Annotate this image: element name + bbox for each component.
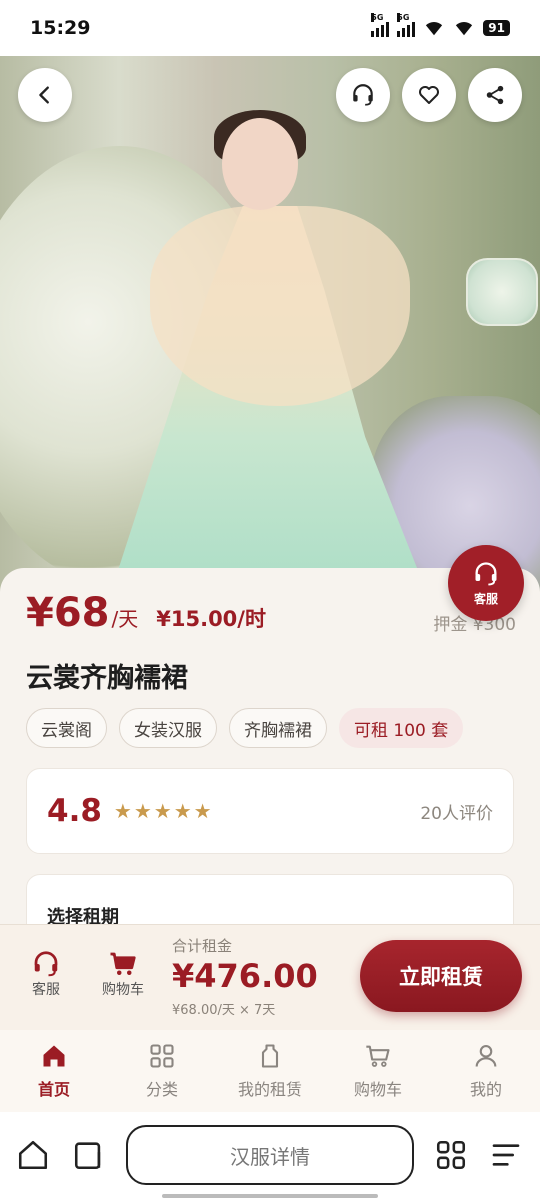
tab-label: 我的租赁 xyxy=(237,1080,302,1099)
tab-label: 分类 xyxy=(145,1080,178,1099)
round-fan xyxy=(466,258,538,326)
browser-home-icon[interactable] xyxy=(16,1138,50,1172)
product-tags: 云裳阁 女装汉服 齐胸襦裙 可租 100 套 xyxy=(26,708,464,748)
rating-stars: ★ ★ ★ ★ ★ xyxy=(114,799,212,823)
back-button[interactable] xyxy=(18,68,72,122)
tag-chip[interactable]: 齐胸襦裙 xyxy=(229,708,327,748)
price-row: ¥68 /天 ¥15.00/时 xyxy=(26,590,266,636)
cart-icon xyxy=(366,1045,390,1067)
star-icon: ★ xyxy=(153,799,172,823)
customer-service-fab-label: 客服 xyxy=(473,591,498,606)
review-count: 20人评价 xyxy=(420,803,493,824)
daily-price-unit: /天 xyxy=(111,607,139,631)
back-icon xyxy=(39,86,49,104)
grid-icon xyxy=(150,1044,174,1068)
rating-card[interactable]: 4.8 ★ ★ ★ ★ ★ 20人评价 xyxy=(26,768,514,854)
tab-home[interactable]: 首页 xyxy=(0,1030,108,1112)
signal-icon: 5G xyxy=(397,13,416,37)
hourly-price: ¥15.00/时 xyxy=(156,607,266,631)
tab-category[interactable]: 分类 xyxy=(108,1030,216,1112)
share-icon xyxy=(486,85,504,105)
headset-icon xyxy=(34,951,58,977)
wifi-icon xyxy=(456,22,473,36)
tab-profile[interactable]: 我的 xyxy=(432,1030,540,1112)
wifi-icon xyxy=(426,22,443,36)
star-icon: ★ xyxy=(133,799,152,823)
availability-badge: 可租 100 套 xyxy=(339,708,464,748)
bottom-tab-bar: 首页 分类 我的租赁 购物车 我的 xyxy=(0,1030,540,1112)
rent-now-button[interactable]: 立即租赁 xyxy=(360,940,522,1012)
customer-service-action-label: 客服 xyxy=(32,982,60,998)
product-title: 云裳齐胸襦裙 xyxy=(26,663,188,694)
home-icon xyxy=(43,1045,65,1067)
customer-service-fab[interactable]: 客服 xyxy=(448,545,524,621)
status-icons: 5G 5G 91 xyxy=(371,13,510,37)
apps-grid-icon[interactable] xyxy=(434,1138,468,1172)
star-icon: ★ xyxy=(113,799,132,823)
hanfu-sleeve-figure xyxy=(150,206,410,406)
star-icon: ★ xyxy=(173,799,192,823)
user-icon xyxy=(475,1045,497,1067)
tag-chip[interactable]: 云裳阁 xyxy=(26,708,107,748)
url-bar[interactable]: 汉服详情 xyxy=(126,1125,414,1185)
signal-type-label: 5G xyxy=(371,13,384,22)
product-photo[interactable] xyxy=(0,56,540,596)
home-indicator xyxy=(162,1194,378,1198)
signal-type-label: 5G xyxy=(397,13,410,22)
total-price: ¥476.00 xyxy=(172,957,318,995)
tabs-switcher-icon[interactable] xyxy=(72,1138,106,1172)
browser-toolbar: 汉服详情 xyxy=(0,1112,540,1200)
garment-icon xyxy=(261,1044,279,1068)
tag-chip[interactable]: 女装汉服 xyxy=(119,708,217,748)
tab-label: 我的 xyxy=(469,1080,502,1099)
tab-label: 购物车 xyxy=(353,1080,402,1099)
customer-service-button[interactable] xyxy=(336,68,390,122)
battery-icon: 91 xyxy=(483,20,510,36)
status-time: 15:29 xyxy=(30,17,91,39)
status-bar: 15:29 5G 5G 91 xyxy=(0,0,540,56)
cart-action[interactable]: 购物车 xyxy=(102,949,144,999)
customer-service-action[interactable]: 客服 xyxy=(30,949,62,999)
headset-icon xyxy=(353,84,373,106)
tab-cart[interactable]: 购物车 xyxy=(324,1030,432,1112)
signal-icon: 5G xyxy=(371,13,390,37)
star-icon: ★ xyxy=(193,799,212,823)
share-button[interactable] xyxy=(468,68,522,122)
favorite-button[interactable] xyxy=(402,68,456,122)
cart-action-label: 购物车 xyxy=(102,982,144,998)
tab-label: 首页 xyxy=(37,1080,70,1099)
headset-icon xyxy=(475,561,497,585)
menu-icon[interactable] xyxy=(490,1138,522,1172)
heart-icon xyxy=(419,86,439,104)
cart-icon xyxy=(110,952,136,975)
total-label: 合计租金 xyxy=(172,937,233,955)
rating-score: 4.8 xyxy=(47,793,102,829)
daily-price: ¥68 xyxy=(26,590,110,636)
price-breakdown: ¥68.00/天 × 7天 xyxy=(172,1003,276,1018)
tab-my-rentals[interactable]: 我的租赁 xyxy=(216,1030,324,1112)
model-face xyxy=(222,118,298,210)
checkout-bar: 客服 购物车 合计租金 ¥476.00 ¥68.00/天 × 7天 立即租赁 xyxy=(0,924,540,1030)
